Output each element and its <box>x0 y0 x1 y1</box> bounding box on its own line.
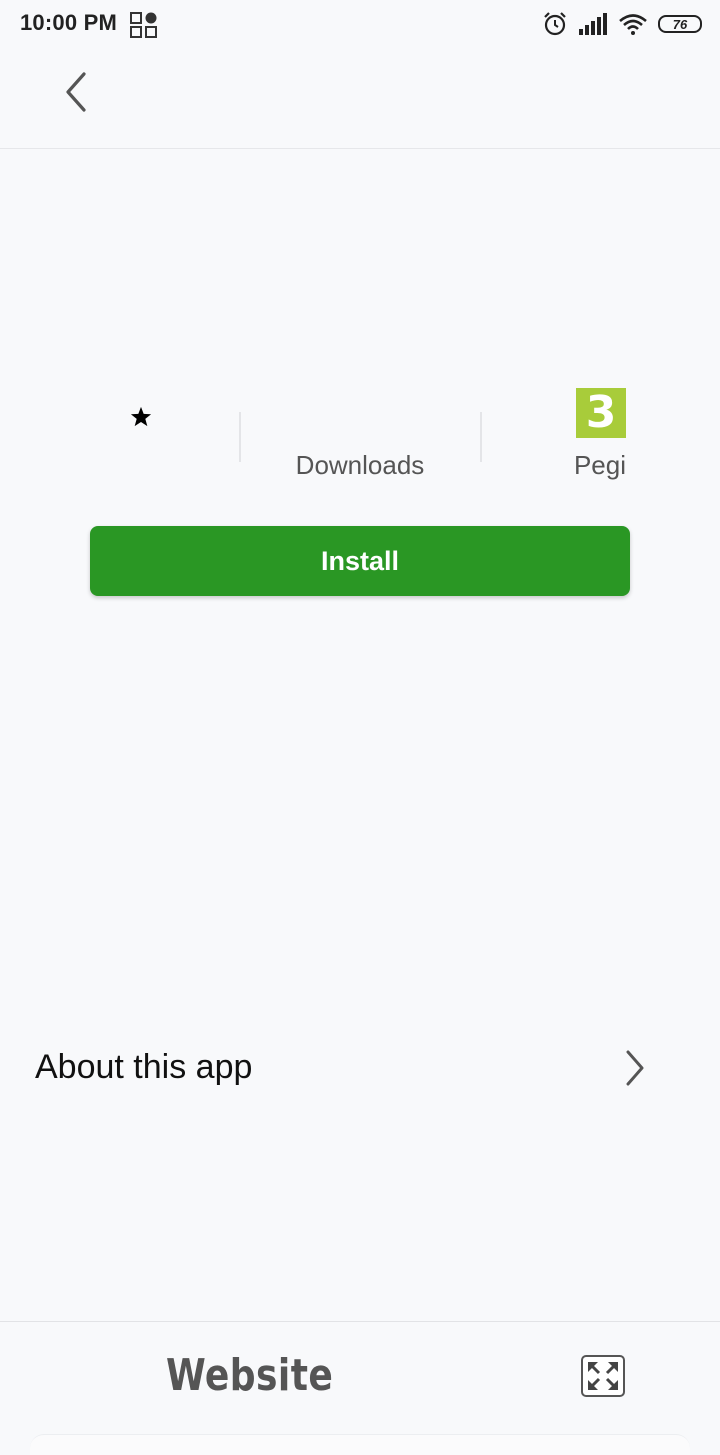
status-bar: 10:00 PM 76 <box>0 0 720 50</box>
status-icons: 76 <box>542 10 702 38</box>
downloads-stat: Downloads <box>240 380 480 490</box>
wifi-icon <box>619 14 647 35</box>
chevron-right-icon <box>626 1050 644 1086</box>
bottom-sheet-edge <box>30 1434 690 1455</box>
pegi-label: Pegi <box>573 450 627 480</box>
signal-icon <box>579 13 607 35</box>
pegi-stat: 3 ™ Pegi <box>480 380 720 490</box>
status-time: 10:00 PM <box>20 10 117 35</box>
chevron-left-icon <box>66 72 86 112</box>
back-button[interactable] <box>52 68 100 116</box>
downloads-label: Downloads <box>295 450 425 480</box>
about-title: About this app <box>35 1048 253 1086</box>
app-header <box>0 50 720 149</box>
pegi-rating: 3 <box>585 388 617 438</box>
expand-icon <box>588 1362 618 1390</box>
pegi-badge-icon: 3 ™ <box>576 388 626 438</box>
battery-icon: 76 <box>658 15 702 33</box>
website-label[interactable]: Website <box>166 1350 333 1401</box>
star-icon <box>130 406 152 427</box>
bottom-bar: Website <box>0 1321 720 1455</box>
stats-row: Downloads 3 ™ Pegi <box>0 380 720 490</box>
app-grid-icon <box>130 12 157 38</box>
about-this-app-row[interactable]: About this app <box>0 1030 720 1110</box>
rating-stat <box>22 380 262 490</box>
alarm-icon <box>544 12 566 36</box>
install-button[interactable]: Install <box>90 526 630 596</box>
expand-button[interactable] <box>581 1355 625 1397</box>
